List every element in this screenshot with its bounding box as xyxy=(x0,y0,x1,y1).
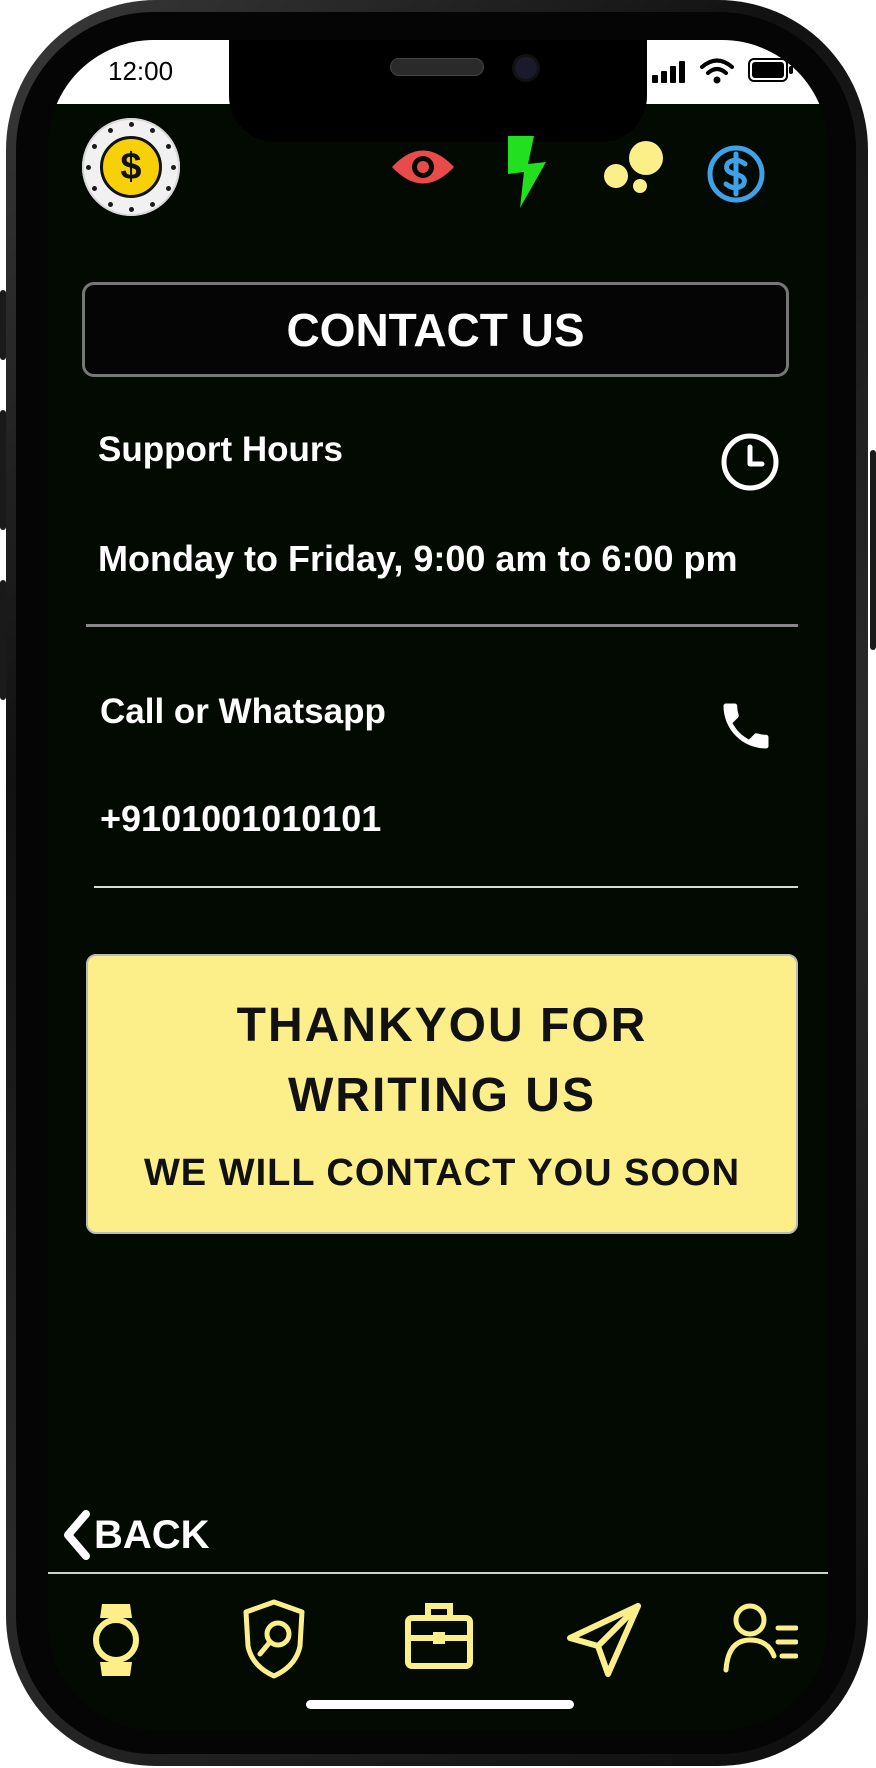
page-title-text: CONTACT US xyxy=(286,303,585,356)
eye-icon[interactable] xyxy=(390,142,456,192)
chevron-left-icon xyxy=(64,1510,90,1560)
dollar-circle-icon[interactable] xyxy=(706,144,766,204)
coin-symbol: $ xyxy=(100,136,162,198)
shield-search-icon[interactable] xyxy=(240,1598,308,1680)
bottom-nav-divider xyxy=(48,1572,828,1574)
support-hours-label: Support Hours xyxy=(98,430,343,469)
coin-balance-icon[interactable]: $ xyxy=(82,118,180,216)
watch-icon[interactable] xyxy=(88,1600,144,1680)
support-hours-value: Monday to Friday, 9:00 am to 6:00 pm xyxy=(98,538,738,579)
thank-you-line3: WE WILL CONTACT YOU SOON xyxy=(143,1152,741,1194)
call-whatsapp-label: Call or Whatsapp xyxy=(100,692,386,731)
bubbles-icon[interactable] xyxy=(602,138,668,198)
send-icon[interactable] xyxy=(566,1600,644,1678)
divider xyxy=(94,886,798,888)
volume-down-button xyxy=(0,580,6,700)
phone-number[interactable]: +9101001010101 xyxy=(100,798,381,840)
speaker-grille xyxy=(390,58,484,76)
briefcase-icon[interactable] xyxy=(404,1600,474,1670)
clock-icon xyxy=(721,433,779,491)
battery-icon xyxy=(748,58,793,82)
mute-switch xyxy=(0,290,6,360)
wifi-icon xyxy=(700,58,734,84)
back-button[interactable]: BACK xyxy=(60,1510,210,1560)
volume-up-button xyxy=(0,410,6,530)
notch xyxy=(229,40,647,142)
front-camera xyxy=(512,54,540,82)
phone-icon[interactable] xyxy=(716,696,776,756)
page-title: CONTACT US xyxy=(82,282,789,377)
lightning-icon[interactable] xyxy=(500,134,550,210)
thank-you-line2: WRITING US xyxy=(288,1069,596,1122)
divider xyxy=(86,624,798,627)
user-list-icon[interactable] xyxy=(722,1600,798,1674)
status-time: 12:00 xyxy=(108,56,174,86)
thank-you-card: THANKYOU FOR WRITING US WE WILL CONTACT … xyxy=(86,954,798,1234)
back-label: BACK xyxy=(94,1512,210,1557)
thank-you-line1: THANKYOU FOR xyxy=(236,999,648,1052)
home-indicator[interactable] xyxy=(306,1700,574,1709)
power-button xyxy=(870,450,876,650)
signal-icon xyxy=(652,61,685,83)
